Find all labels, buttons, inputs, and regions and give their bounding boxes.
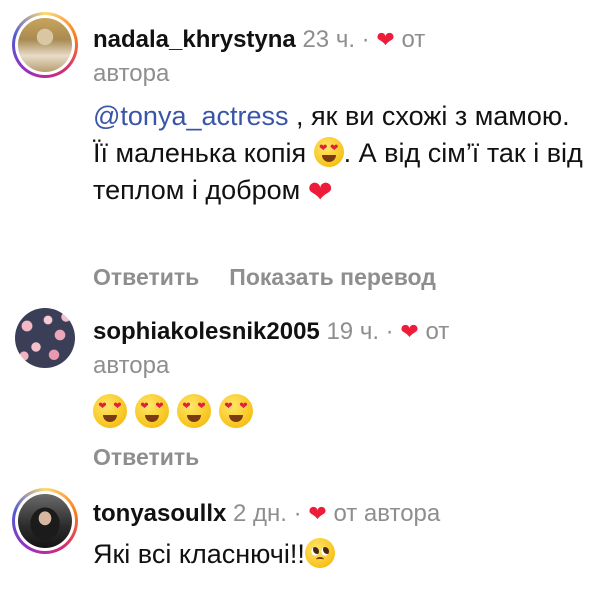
timestamp: 19 ч. <box>326 318 379 345</box>
liked-by-author-label: от <box>401 26 426 53</box>
comment-text: Які всі класнючі!! <box>93 536 583 573</box>
heart-eyes-emoji-icon: ❤ ❤ <box>313 137 344 167</box>
avatar-photo <box>15 308 75 368</box>
avatar-photo <box>18 18 72 72</box>
liked-by-author-heart-icon: ❤ <box>376 27 395 52</box>
separator: · <box>385 318 394 345</box>
comment-actions: Ответить <box>93 442 199 472</box>
comment-text-body: Які всі класнючі!! <box>93 539 305 569</box>
liked-by-author-label-cont: автора <box>93 352 170 379</box>
comment-header: sophiakolesnik2005 19 ч. · ❤ от <box>93 316 449 348</box>
heart-eyes-emoji-icon: ❤ ❤ <box>219 394 253 428</box>
liked-by-author-label: от <box>425 318 450 345</box>
timestamp: 23 ч. <box>302 26 355 53</box>
liked-by-author-heart-icon: ❤ <box>308 501 327 526</box>
username[interactable]: sophiakolesnik2005 <box>93 318 320 345</box>
avatar[interactable] <box>12 488 78 554</box>
separator: · <box>361 26 370 53</box>
liked-by-author-heart-icon: ❤ <box>400 319 419 344</box>
avatar-photo <box>18 494 72 548</box>
reply-button[interactable]: Ответить <box>93 444 199 470</box>
heart-eyes-emoji-icon: ❤ ❤ <box>93 394 127 428</box>
mention-link[interactable]: @tonya_actress <box>93 101 289 131</box>
username[interactable]: tonyasoullx <box>93 500 226 527</box>
liked-by-author-label-cont: автора <box>93 60 170 87</box>
emoji-row: ❤ ❤ ❤ ❤ ❤ ❤ ❤ ❤ <box>93 394 253 428</box>
reply-button[interactable]: Ответить <box>93 264 199 290</box>
comment-text: @tonya_actress , як ви схожі з мамою. Її… <box>93 98 583 211</box>
pleading-face-emoji-icon <box>304 538 335 568</box>
liked-by-author-label: от автора <box>333 500 441 527</box>
heart-eyes-emoji-icon: ❤ ❤ <box>135 394 169 428</box>
red-heart-emoji-icon: ❤ <box>307 176 333 209</box>
show-translation-button[interactable]: Показать перевод <box>229 264 436 290</box>
timestamp: 2 дн. <box>233 500 287 527</box>
comment-actions: Ответить Показать перевод <box>93 262 436 292</box>
avatar-ring-gap <box>15 15 75 75</box>
comment-header: tonyasoullx 2 дн. · ❤ от автора <box>93 498 440 530</box>
avatar-ring-gap <box>15 491 75 551</box>
username[interactable]: nadala_khrystyna <box>93 26 296 53</box>
comment-header: nadala_khrystyna 23 ч. · ❤ от <box>93 24 425 56</box>
avatar[interactable] <box>12 305 78 371</box>
separator: · <box>293 500 302 527</box>
heart-eyes-emoji-icon: ❤ ❤ <box>177 394 211 428</box>
avatar[interactable] <box>12 12 78 78</box>
